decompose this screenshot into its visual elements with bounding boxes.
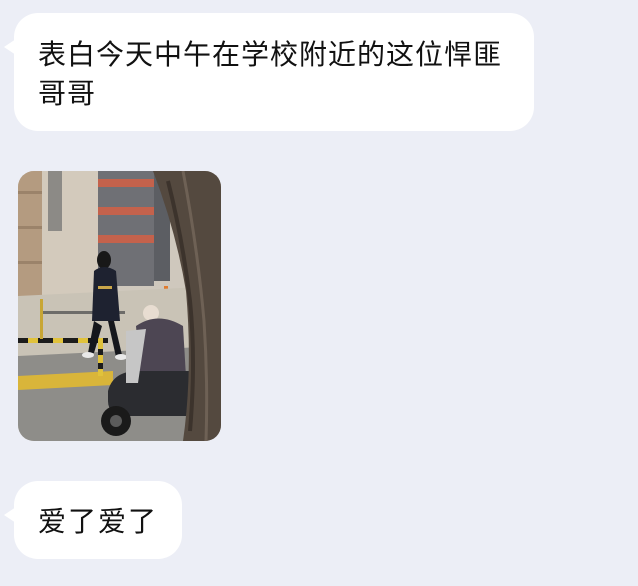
message-text: 表白今天中午在学校附近的这位悍匪哥哥 [38,38,503,110]
message-photo[interactable] [18,171,221,441]
message-text: 爱了爱了 [38,505,159,538]
message-bubble-1[interactable]: 表白今天中午在学校附近的这位悍匪哥哥 [4,13,534,131]
message-bubble-2[interactable]: 爱了爱了 [4,481,182,559]
photo-image [18,171,221,441]
